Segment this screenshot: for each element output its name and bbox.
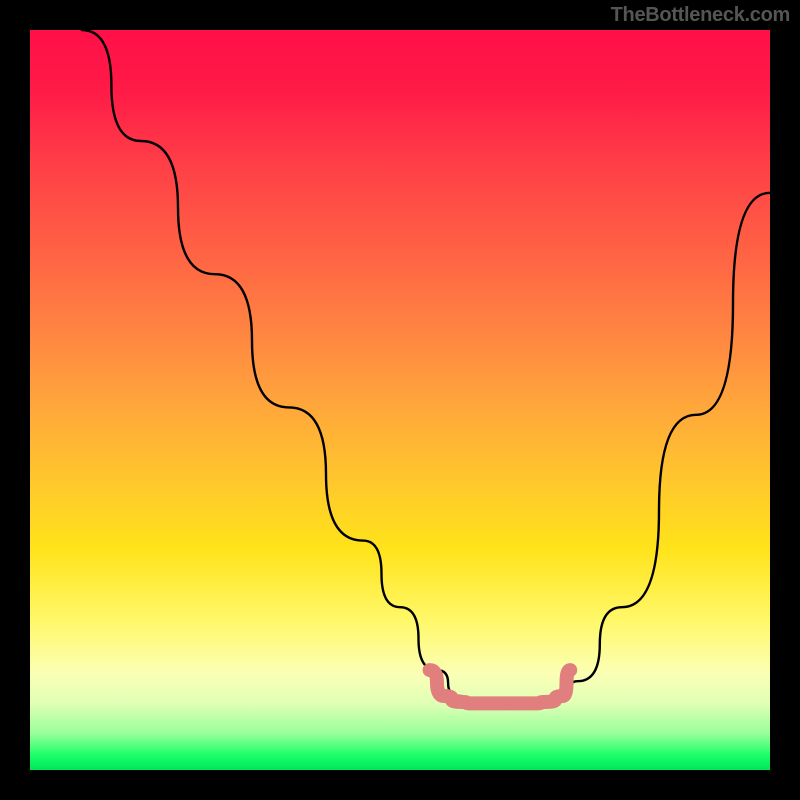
optimal-band-path: [430, 670, 571, 703]
bottleneck-curve-path: [82, 30, 770, 703]
curve-layer: [30, 30, 770, 770]
chart-frame: TheBottleneck.com: [0, 0, 800, 800]
plot-area: [30, 30, 770, 770]
watermark-text: TheBottleneck.com: [611, 4, 790, 27]
